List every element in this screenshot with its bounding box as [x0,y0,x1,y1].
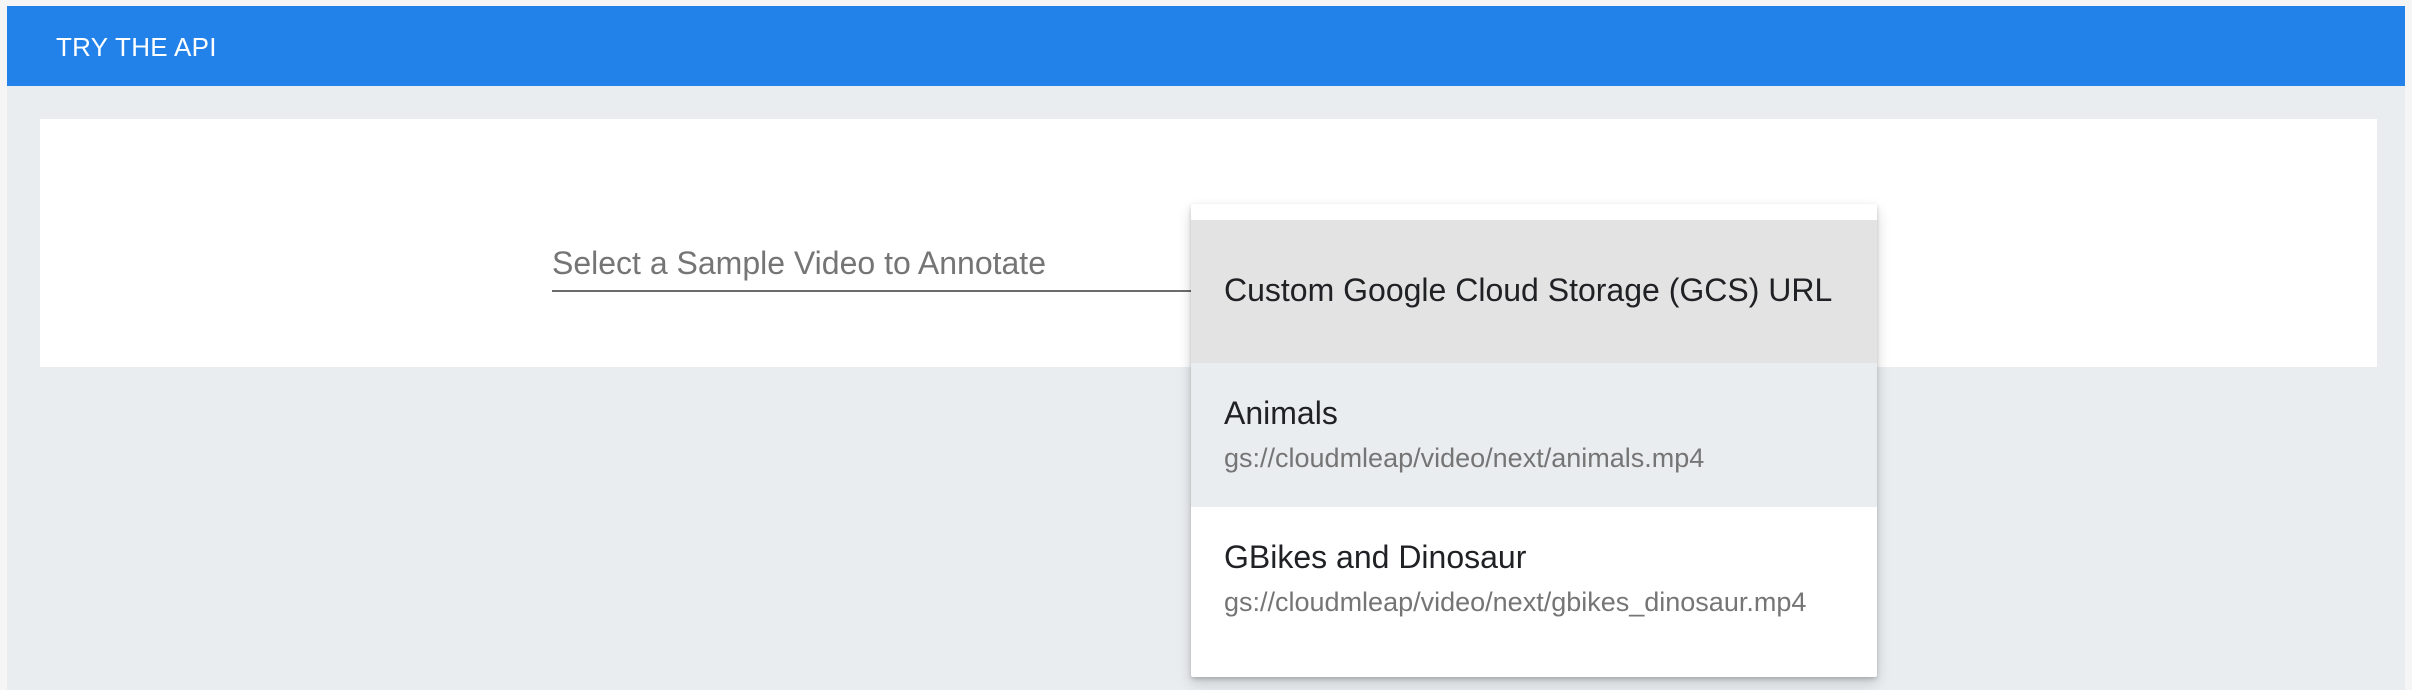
page-frame: TRY THE API Select a Sample Video to Ann… [7,6,2405,690]
option-title: GBikes and Dinosaur [1224,539,1527,575]
option-gbikes-and-dinosaur[interactable]: GBikes and Dinosaur gs://cloudmleap/vide… [1191,507,1877,653]
option-title: Custom Google Cloud Storage (GCS) URL [1224,272,1833,308]
header-title: TRY THE API [56,32,217,62]
option-path: gs://cloudmleap/video/next/gbikes_dinosa… [1224,587,1807,617]
app-header: TRY THE API [7,6,2405,86]
select-underline [552,290,1192,292]
select-dropdown-menu: Custom Google Cloud Storage (GCS) URL An… [1191,204,1877,677]
option-custom-gcs-url[interactable]: Custom Google Cloud Storage (GCS) URL [1191,220,1877,363]
select-placeholder[interactable]: Select a Sample Video to Annotate [552,243,1046,283]
option-title: Animals [1224,395,1338,431]
sample-video-select[interactable]: Select a Sample Video to Annotate [552,124,1192,294]
option-animals[interactable]: Animals gs://cloudmleap/video/next/anima… [1191,363,1877,507]
option-path: gs://cloudmleap/video/next/animals.mp4 [1224,443,1705,473]
